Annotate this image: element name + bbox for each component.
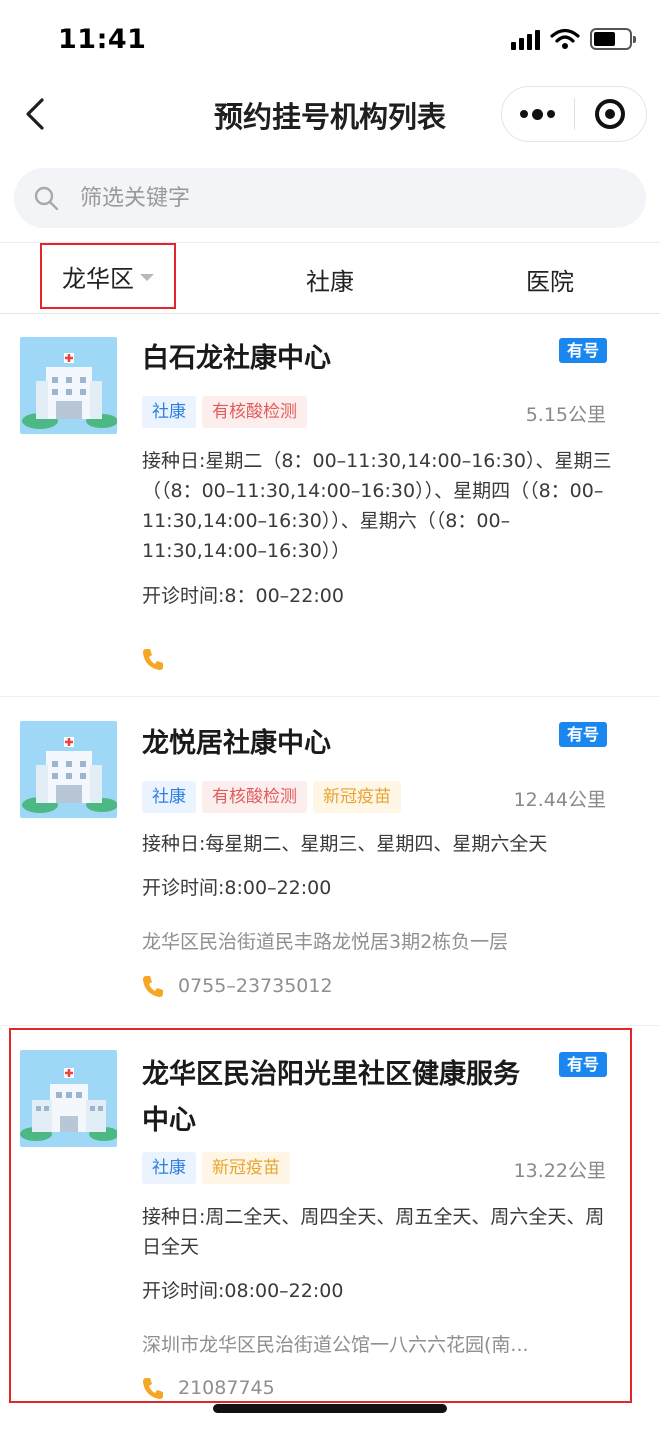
tag-row: 社康 有核酸检测 新冠疫苗 — [142, 781, 401, 813]
filter-district-label: 龙华区 — [62, 264, 134, 293]
distance: 5.15公里 — [525, 404, 606, 426]
more-button[interactable] — [502, 87, 574, 141]
filter-hospital-label: 医院 — [526, 267, 574, 296]
clinic-name: 白石龙社康中心 — [142, 343, 331, 374]
availability-badge: 有号 — [559, 338, 607, 363]
availability-badge: 有号 — [559, 722, 607, 747]
filter-bar: 龙华区 社康 医院 — [0, 242, 660, 314]
distance: 12.44公里 — [513, 789, 606, 811]
tag: 新冠疫苗 — [313, 781, 401, 813]
hospital-building-icon — [20, 337, 117, 434]
close-mini-program-button[interactable] — [575, 87, 647, 141]
clinic-hours: 开诊时间:8：00–22:00 — [142, 585, 344, 607]
status-bar: 11:41 — [0, 0, 660, 80]
phone-number: 0755–23735012 — [178, 975, 333, 997]
more-icon — [520, 108, 556, 120]
highlight-annotation-box — [9, 1028, 632, 1403]
status-icons — [511, 28, 636, 50]
home-indicator — [213, 1404, 447, 1413]
status-time: 11:41 — [58, 24, 147, 55]
signal-icon — [511, 28, 540, 50]
hospital-building-icon — [20, 721, 117, 818]
filter-community-label: 社康 — [306, 267, 354, 296]
tag: 社康 — [142, 781, 196, 813]
filter-district-dropdown[interactable]: 龙华区 — [40, 243, 176, 309]
wifi-icon — [550, 28, 580, 49]
tag: 社康 — [142, 396, 196, 428]
vaccination-schedule: 接种日:星期二（8：00–11:30,14:00–16:30）、星期三（（8：0… — [142, 450, 612, 562]
mini-program-capsule — [501, 86, 647, 142]
search-input[interactable] — [80, 185, 560, 211]
close-target-icon — [595, 99, 626, 129]
nav-bar: 预约挂号机构列表 — [0, 80, 660, 148]
vaccination-schedule: 接种日:每星期二、星期三、星期四、星期六全天 — [142, 833, 548, 855]
phone-icon — [143, 976, 163, 997]
tag: 有核酸检测 — [202, 781, 307, 813]
phone-icon — [143, 649, 163, 670]
filter-tab-community[interactable]: 社康 — [260, 243, 400, 315]
tag: 有核酸检测 — [202, 396, 307, 428]
caret-down-icon — [140, 273, 154, 281]
clinic-address: 龙华区民治街道民丰路龙悦居3期2栋负一层 — [142, 931, 509, 953]
phone-button[interactable]: 0755–23735012 — [142, 974, 333, 998]
clinic-name: 龙悦居社康中心 — [142, 728, 331, 759]
clinic-card[interactable]: 龙悦居社康中心 有号 社康 有核酸检测 新冠疫苗 12.44公里 接种日:每星期… — [0, 697, 660, 1026]
battery-icon — [590, 28, 636, 50]
clinic-card[interactable]: 白石龙社康中心 有号 社康 有核酸检测 5.15公里 接种日:星期二（8：00–… — [0, 314, 660, 697]
search-icon — [34, 186, 59, 211]
tag-row: 社康 有核酸检测 — [142, 396, 307, 428]
phone-button[interactable] — [142, 647, 164, 671]
clinic-hours: 开诊时间:8:00–22:00 — [142, 877, 332, 899]
search-bar[interactable] — [14, 168, 646, 228]
filter-tab-hospital[interactable]: 医院 — [480, 243, 620, 315]
